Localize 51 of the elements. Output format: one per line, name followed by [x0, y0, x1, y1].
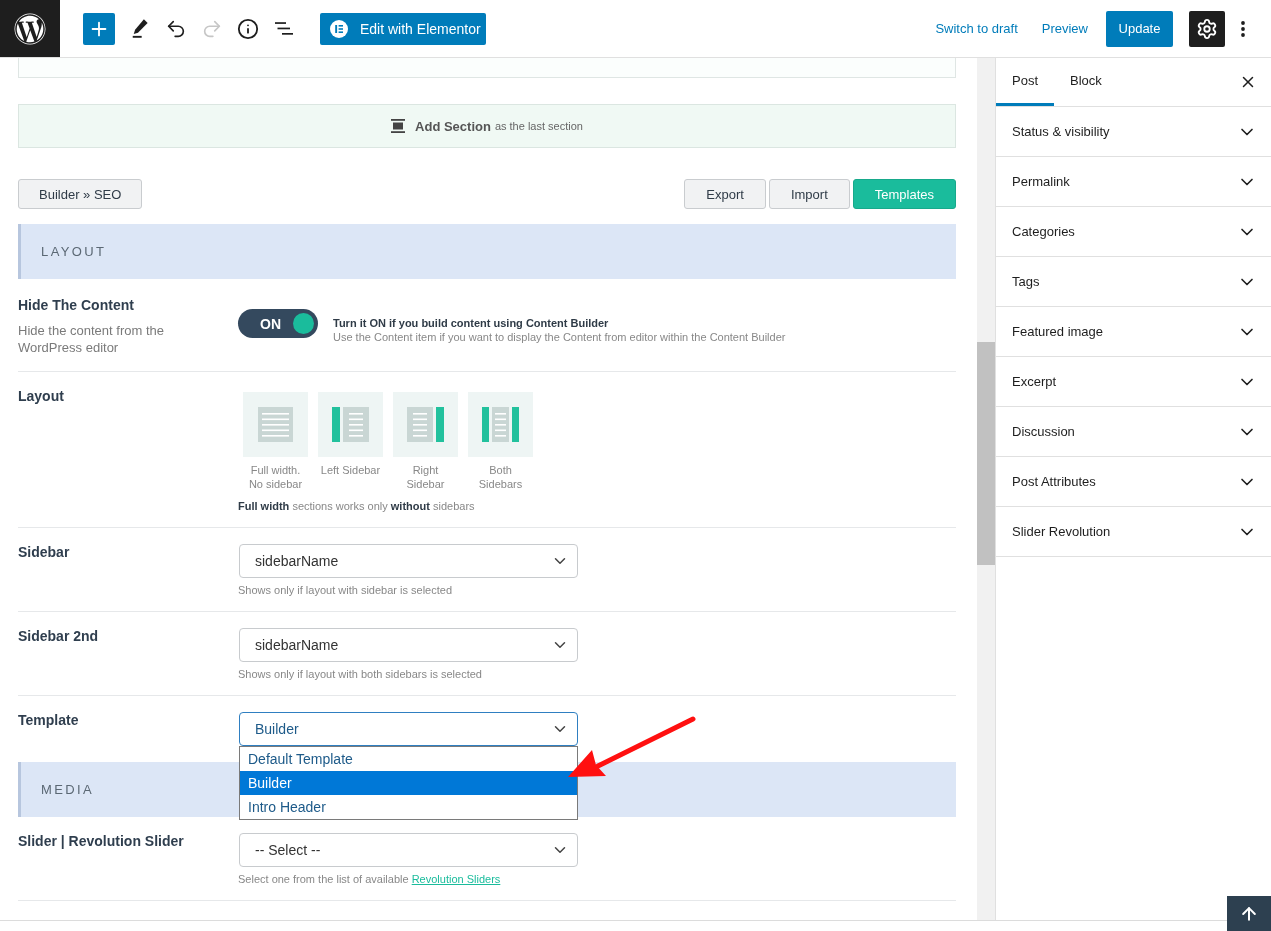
dropdown-option[interactable]: Builder [240, 771, 577, 795]
scroll-to-top-button[interactable] [1227, 896, 1271, 931]
field-hint: Select one from the list of available Revolution Sliders [238, 872, 501, 886]
preview-button[interactable]: Preview [1035, 10, 1094, 47]
layout-option[interactable]: Both Sidebars [468, 392, 533, 491]
select-field[interactable]: Builder [239, 712, 578, 746]
both-layout-icon [468, 392, 533, 457]
breadcrumb-button[interactable]: Builder » SEO [18, 179, 143, 209]
scrollbar-track[interactable] [977, 58, 995, 920]
add-block-button[interactable] [83, 12, 115, 45]
select-field[interactable]: -- Select -- [239, 833, 578, 867]
more-vertical-icon [1241, 20, 1245, 37]
add-section-button[interactable]: Add Section as the last section [18, 104, 956, 148]
logo-tile[interactable] [0, 0, 60, 57]
settings-button[interactable] [1189, 10, 1225, 47]
field-hint: Shows only if layout with sidebar is selected [238, 583, 452, 597]
action-button[interactable]: Export [684, 179, 766, 209]
update-button[interactable]: Update [1106, 10, 1173, 47]
edit-with-elementor-button[interactable]: Edit with Elementor [320, 12, 486, 45]
left-layout-icon [318, 392, 383, 457]
layout-option[interactable]: Full width. No sidebar [243, 392, 308, 491]
e-logo-icon [330, 19, 348, 38]
switch-to-draft-button[interactable]: Switch to draft [929, 10, 1024, 47]
field-description: Hide the content from the WordPress editor [18, 322, 165, 356]
logo-icon [14, 12, 46, 45]
full-layout-icon [243, 392, 308, 457]
toggle-switch[interactable]: ON [238, 309, 318, 338]
select-field[interactable]: sidebarName [239, 628, 578, 662]
select-field[interactable]: sidebarName [239, 544, 578, 578]
field-label: Layout [18, 387, 64, 405]
section-header: LAYOUT [18, 224, 956, 279]
list-view-icon [275, 22, 293, 35]
field-label: Sidebar 2nd [18, 627, 99, 645]
layout-option[interactable]: Left Sidebar [318, 392, 383, 491]
help-title: Turn it ON if you build content using Content Builder [333, 316, 610, 330]
field-label: Template [18, 711, 79, 729]
field-hint: Shows only if layout with both sidebars is selected [238, 667, 482, 681]
layout-note: Full width sections works only without sidebars [238, 499, 475, 513]
pen-icon [131, 19, 149, 38]
layout-option[interactable]: Right Sidebar [393, 392, 458, 491]
right-layout-icon [393, 392, 458, 457]
field-label: Slider | Revolution Slider [18, 832, 184, 850]
field-label: Sidebar [18, 543, 70, 561]
help-text: Use the Content item if you want to display the Content from editor within the Content Builder [333, 330, 786, 344]
section-icon [391, 119, 406, 133]
sidebar-tab[interactable]: Block [1054, 58, 1118, 106]
scrollbar-thumb[interactable] [977, 342, 995, 565]
action-button[interactable]: Import [768, 179, 850, 209]
info-icon [237, 17, 259, 40]
settings-icon [1196, 17, 1218, 40]
field-label: Hide The Content [18, 296, 134, 314]
